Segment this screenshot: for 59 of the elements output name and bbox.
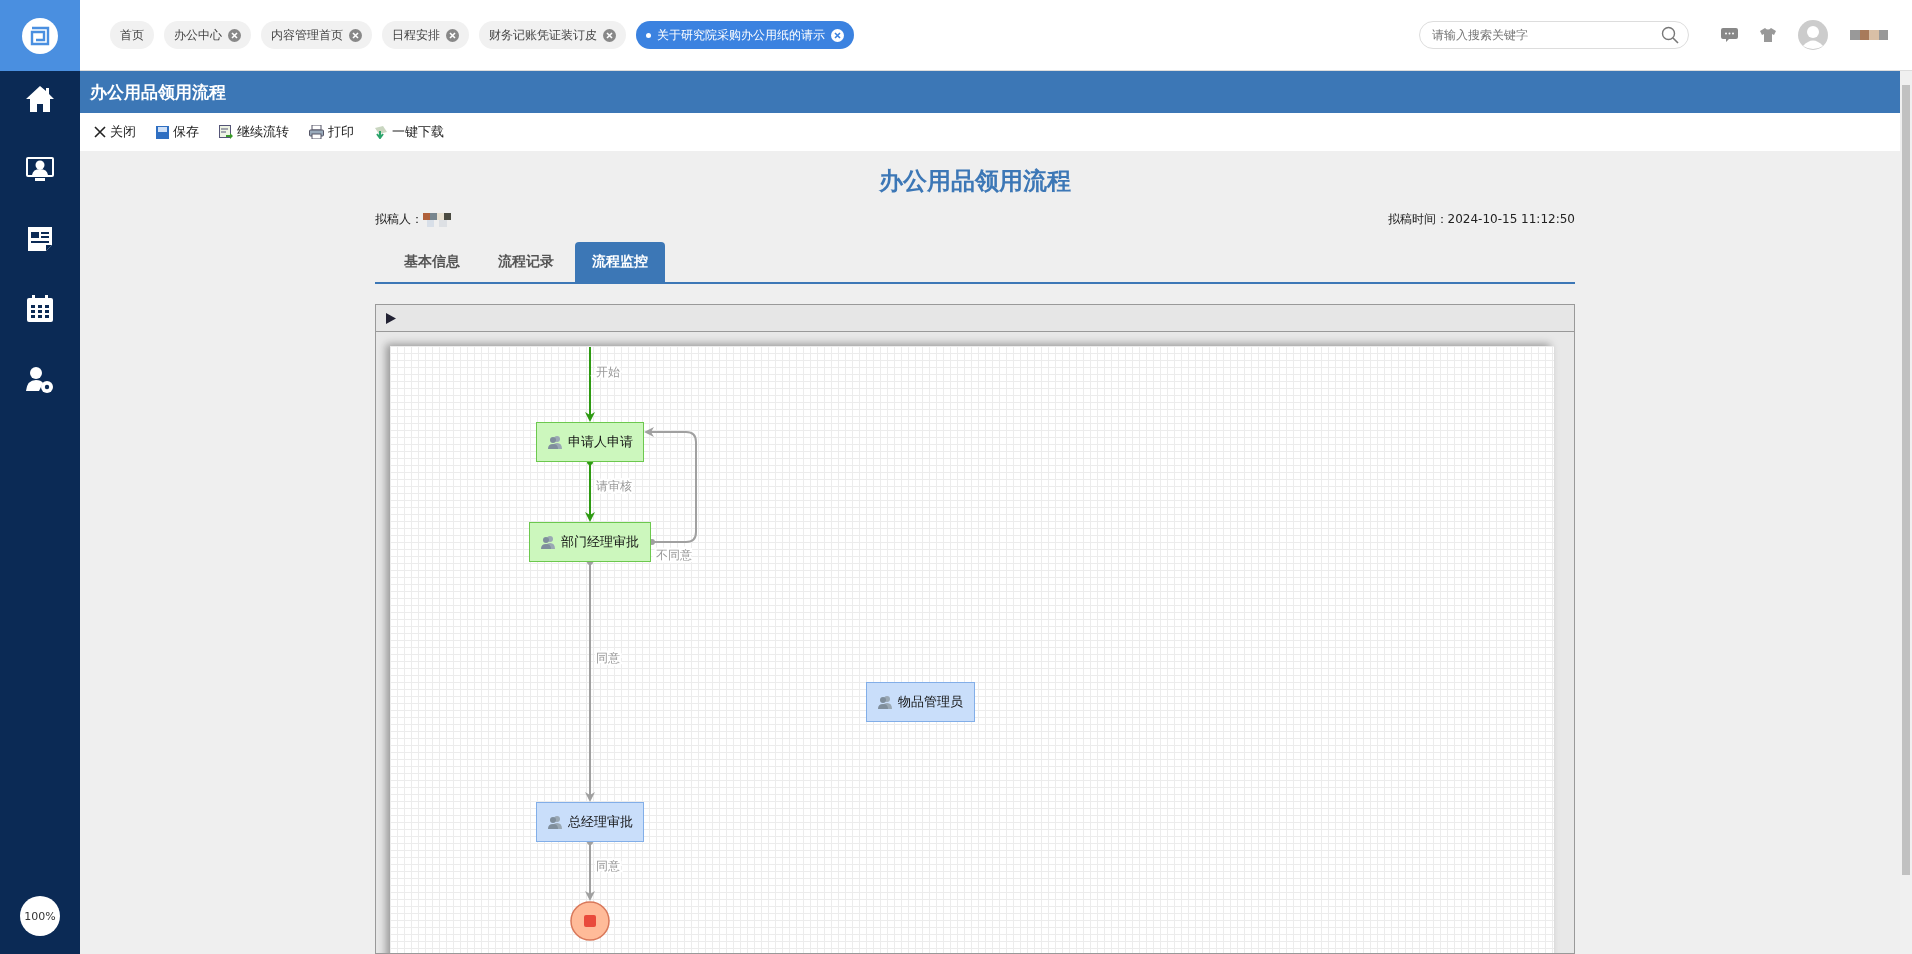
- close-icon[interactable]: [603, 28, 616, 42]
- connector-arrow[interactable]: [585, 346, 595, 422]
- close-icon[interactable]: [831, 28, 844, 42]
- calendar-icon[interactable]: [26, 295, 54, 323]
- download-icon: [374, 125, 388, 139]
- chat-icon[interactable]: [1721, 28, 1738, 42]
- play-icon[interactable]: [386, 312, 396, 324]
- end-event[interactable]: [570, 901, 610, 941]
- connector-arrow[interactable]: [585, 839, 595, 901]
- users-icon: [878, 695, 892, 709]
- tab[interactable]: 流程记录: [481, 242, 571, 282]
- page-tab[interactable]: 首页: [110, 21, 154, 49]
- page-tab[interactable]: 办公中心: [164, 21, 251, 49]
- users-icon: [547, 815, 562, 829]
- tab[interactable]: 流程监控: [575, 242, 665, 282]
- logo-icon: [22, 17, 58, 54]
- task-node[interactable]: 部门经理审批: [529, 522, 651, 562]
- search-field[interactable]: 请输入搜索关键字: [1419, 21, 1689, 49]
- newspaper-icon[interactable]: [26, 225, 54, 253]
- document-title: 办公用品领用流程: [878, 166, 1072, 197]
- page-title: 办公用品领用流程: [90, 80, 226, 104]
- connector-label: 不同意: [656, 548, 692, 562]
- task-node[interactable]: 申请人申请: [536, 422, 644, 462]
- users-icon: [547, 435, 562, 449]
- search-icon[interactable]: [1661, 26, 1679, 44]
- task-node[interactable]: 物品管理员: [866, 682, 975, 722]
- connector-label: 同意: [596, 651, 620, 665]
- task-node[interactable]: 总经理审批: [536, 802, 644, 842]
- printer-icon: [309, 125, 324, 139]
- toolbar-button[interactable]: 关闭: [92, 121, 138, 143]
- connector-arrow[interactable]: [585, 559, 595, 802]
- redacted-username: [1850, 30, 1888, 40]
- connector-label: 开始: [596, 365, 620, 379]
- user-settings-icon[interactable]: [25, 365, 55, 395]
- connector-label: 同意: [596, 859, 620, 873]
- home-icon[interactable]: [25, 85, 55, 113]
- draft-time: 拟稿时间：2024-10-15 11:12:50: [1387, 211, 1575, 228]
- page-tab[interactable]: 内容管理首页: [261, 21, 372, 49]
- page-tab[interactable]: 日程安排: [382, 21, 469, 49]
- connector-label: 请审核: [596, 479, 632, 493]
- close-icon[interactable]: [228, 28, 241, 42]
- shirt-icon[interactable]: [1760, 28, 1776, 42]
- connector-arrow[interactable]: [585, 459, 595, 522]
- connector-arrow[interactable]: [644, 427, 697, 545]
- users-icon: [541, 535, 555, 549]
- monitor-user-icon[interactable]: [25, 155, 55, 183]
- toolbar-button[interactable]: 打印: [307, 121, 356, 143]
- page-tab[interactable]: 关于研究院采购办公用纸的请示: [636, 21, 854, 49]
- page-tab[interactable]: 财务记账凭证装订皮: [479, 21, 626, 49]
- zoom-level[interactable]: 100%: [20, 896, 60, 936]
- toolbar-button[interactable]: 一键下载: [372, 121, 446, 143]
- close-icon[interactable]: [349, 28, 362, 42]
- author-label: 拟稿人：: [375, 211, 423, 228]
- close-icon[interactable]: [446, 28, 459, 42]
- toolbar-button[interactable]: 保存: [154, 121, 201, 143]
- redacted-name: [423, 212, 451, 227]
- tab[interactable]: 基本信息: [387, 242, 477, 282]
- toolbar-button[interactable]: 继续流转: [217, 121, 291, 143]
- close-icon: [94, 126, 106, 138]
